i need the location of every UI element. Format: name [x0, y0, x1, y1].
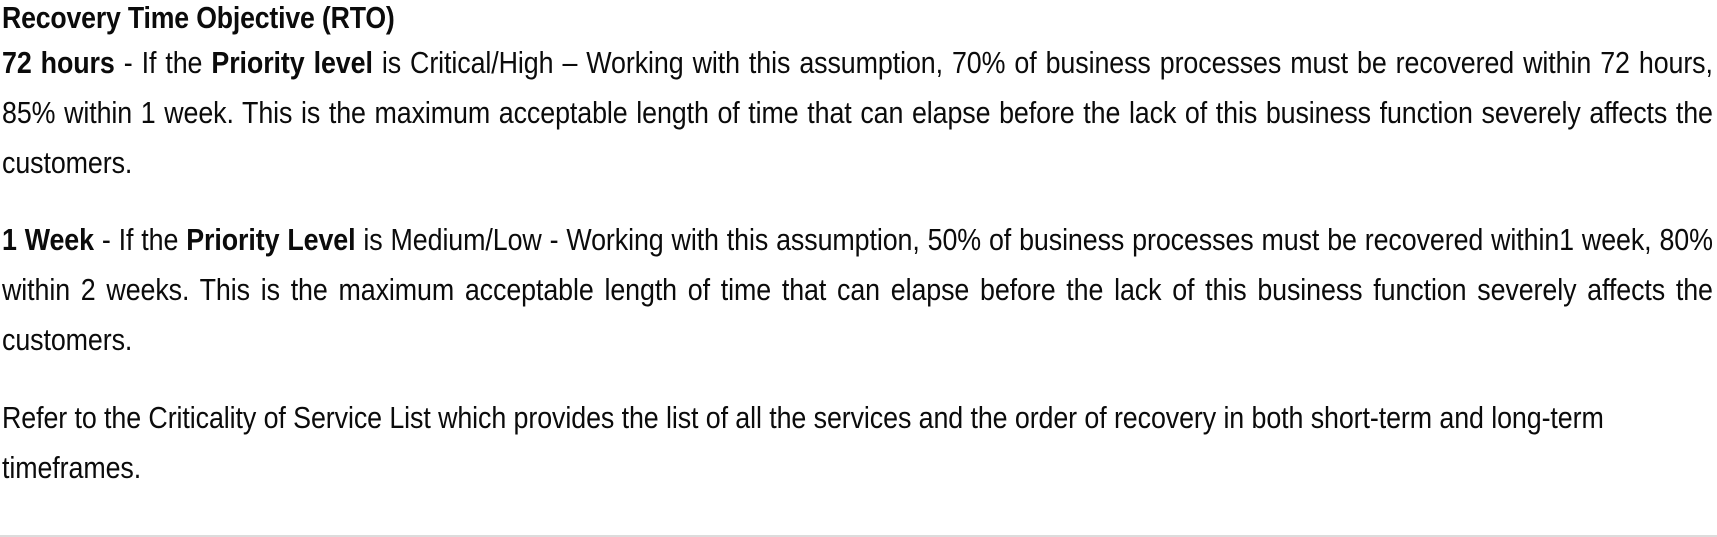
- document-page: Recovery Time Objective (RTO) 72 hours -…: [0, 0, 1717, 537]
- page-title: Recovery Time Objective (RTO): [2, 0, 395, 35]
- paragraph-closing-note: Refer to the Criticality of Service List…: [2, 400, 1604, 485]
- paragraph-rto-1-week: 1 Week - If the Priority Level is Medium…: [2, 215, 1713, 365]
- paragraph-rto-72-hours: 72 hours - If the Priority level is Crit…: [2, 38, 1713, 188]
- lead-label-1-week: 1 Week: [2, 222, 94, 257]
- separator-text-2: - If the: [93, 222, 187, 257]
- lead-label-72-hours: 72 hours: [2, 45, 115, 80]
- emphasis-priority-level-2: Priority Level: [186, 222, 356, 257]
- separator-text-1: - If the: [114, 45, 212, 80]
- emphasis-priority-level-1: Priority level: [211, 45, 373, 80]
